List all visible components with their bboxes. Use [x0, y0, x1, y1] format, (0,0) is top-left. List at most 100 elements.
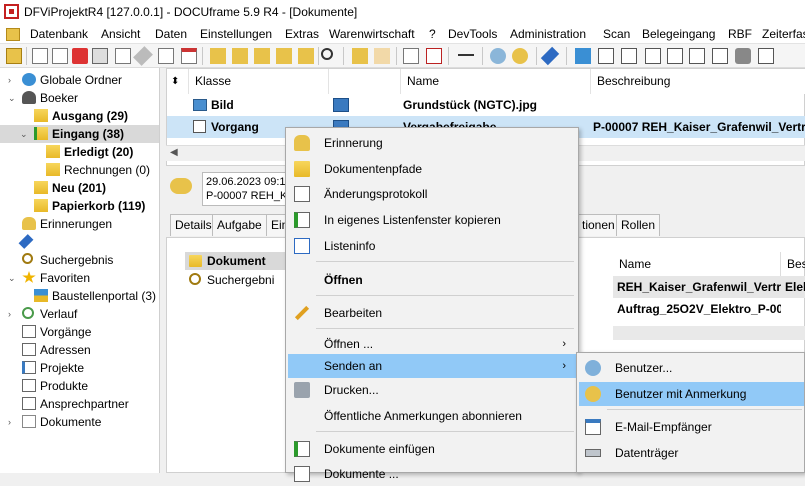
- tab-rollen[interactable]: Rollen: [616, 214, 661, 236]
- note-icon[interactable]: [115, 48, 131, 64]
- menu-item-drucken[interactable]: Drucken...: [288, 378, 576, 402]
- menu-item-senden-an[interactable]: Senden an ›: [288, 354, 576, 378]
- folder-up-icon[interactable]: [254, 48, 270, 64]
- folder-icon[interactable]: [210, 48, 226, 64]
- menu-datenbank[interactable]: Datenbank: [30, 27, 88, 41]
- pin-icon[interactable]: [540, 46, 560, 66]
- mail-icon[interactable]: [72, 48, 88, 64]
- settings-icon[interactable]: [712, 48, 728, 64]
- collapse-icon[interactable]: ⌄: [8, 89, 16, 107]
- search-icon[interactable]: [321, 48, 333, 60]
- delete-icon[interactable]: [426, 48, 442, 64]
- export-icon[interactable]: [758, 48, 774, 64]
- tree-item-projekte[interactable]: Projekte: [0, 359, 159, 377]
- tree-item-globale[interactable]: › Globale Ordner: [0, 71, 159, 89]
- lower-column-bes[interactable]: Bes: [783, 252, 805, 276]
- tree-item-eingang[interactable]: ⌄ Eingang (38): [0, 125, 159, 143]
- glasses-icon[interactable]: [458, 54, 474, 58]
- users-icon[interactable]: [490, 48, 506, 64]
- folder-move-icon[interactable]: [298, 48, 314, 64]
- tree-item-adressen[interactable]: Adressen: [0, 341, 159, 359]
- import-icon[interactable]: [403, 48, 419, 64]
- menu-help[interactable]: ?: [429, 27, 436, 41]
- collapse-icon[interactable]: ⌄: [8, 269, 16, 287]
- menu-warenwirtschaft[interactable]: Warenwirtschaft: [329, 27, 415, 41]
- table-row[interactable]: Bild Grundstück (NGTC).jpg: [167, 94, 805, 116]
- tree-item-verlauf[interactable]: › Verlauf: [0, 305, 159, 323]
- menu-item-dokumentenpfade[interactable]: Dokumentenpfade: [288, 157, 576, 181]
- calculator-icon[interactable]: [735, 48, 751, 64]
- table-row[interactable]: REH_Kaiser_Grafenwil_Vertra Elek: [613, 276, 805, 298]
- window-icon[interactable]: [575, 48, 591, 64]
- report-icon[interactable]: [689, 48, 705, 64]
- column-header-beschreibung[interactable]: Beschreibung: [591, 69, 805, 94]
- tree-item-suchergebnis[interactable]: Suchergebnis: [0, 251, 159, 269]
- user-note-icon[interactable]: [512, 48, 528, 64]
- tree-item-dokumente[interactable]: › Dokumente: [0, 413, 159, 431]
- submenu-item-benutzer-anmerkung[interactable]: Benutzer mit Anmerkung: [579, 382, 804, 406]
- new-icon[interactable]: [6, 48, 22, 64]
- list-icon[interactable]: [598, 48, 614, 64]
- tag-icon[interactable]: [158, 48, 174, 64]
- menu-item-anmerkungen-abonnieren[interactable]: Öffentliche Anmerkungen abonnieren: [288, 404, 576, 428]
- collapse-icon[interactable]: ⌄: [20, 125, 28, 143]
- tree-item-rechnungen[interactable]: Rechnungen (0): [0, 161, 159, 179]
- menu-rbf[interactable]: RBF: [728, 27, 752, 41]
- menu-item-dokumente-more[interactable]: Dokumente ...: [288, 462, 576, 486]
- submenu-item-datentraeger[interactable]: Datenträger: [579, 441, 804, 465]
- tree-item-baustellenportal[interactable]: Baustellenportal (3): [0, 287, 159, 305]
- lower-scrollbar[interactable]: [613, 326, 805, 340]
- tree-item-favoriten[interactable]: ⌄ Favoriten: [0, 269, 159, 287]
- tree-item-boeker[interactable]: ⌄ Boeker: [0, 89, 159, 107]
- tree-item-neu[interactable]: Neu (201): [0, 179, 159, 197]
- tree-item-ausgang[interactable]: Ausgang (29): [0, 107, 159, 125]
- lower-column-name[interactable]: Name: [613, 252, 781, 276]
- menu-devtools[interactable]: DevTools: [448, 27, 497, 41]
- menu-zeiterfassung[interactable]: Zeiterfas: [762, 27, 805, 41]
- menu-belegeingang[interactable]: Belegeingang: [642, 27, 715, 41]
- attach-icon[interactable]: [133, 46, 153, 66]
- tree-item-ansprechpartner[interactable]: Ansprechpartner: [0, 395, 159, 413]
- tab-details[interactable]: Details: [170, 214, 217, 236]
- grid-icon[interactable]: [645, 48, 661, 64]
- tab-tionen[interactable]: tionen: [578, 214, 620, 236]
- expand-icon[interactable]: ›: [8, 305, 11, 323]
- column-header-name[interactable]: Name: [401, 69, 591, 94]
- menu-einstellungen[interactable]: Einstellungen: [200, 27, 272, 41]
- menu-item-oeffnen[interactable]: Öffnen: [288, 268, 576, 292]
- close-doc-icon[interactable]: [374, 48, 390, 64]
- menu-item-dokumente-einfuegen[interactable]: Dokumente einfügen: [288, 437, 576, 461]
- menu-item-aenderungsprotokoll[interactable]: Änderungsprotokoll: [288, 182, 576, 206]
- column-header-icon[interactable]: [329, 69, 401, 94]
- form-icon[interactable]: [621, 48, 637, 64]
- menu-item-oeffnen-mit[interactable]: Öffnen ... ›: [288, 332, 576, 356]
- menu-item-listenfenster-kopieren[interactable]: In eigenes Listenfenster kopieren: [288, 208, 576, 232]
- column-header-klasse[interactable]: Klasse: [189, 69, 329, 94]
- expand-icon[interactable]: ›: [8, 71, 11, 89]
- expand-icon[interactable]: ›: [8, 413, 11, 431]
- lower-tree-row[interactable]: Suchergebni: [185, 271, 285, 289]
- sort-toggle[interactable]: ⬍: [167, 69, 189, 94]
- lower-tree-selected[interactable]: Dokument: [185, 252, 285, 270]
- submenu-item-email[interactable]: E-Mail-Empfänger: [579, 415, 804, 439]
- table-icon[interactable]: [667, 48, 683, 64]
- menu-daten[interactable]: Daten: [155, 27, 187, 41]
- folder-new-icon[interactable]: [232, 48, 248, 64]
- print-icon[interactable]: [92, 48, 108, 64]
- scroll-left-icon[interactable]: ◀: [170, 147, 178, 158]
- calendar-icon[interactable]: [181, 48, 197, 64]
- menu-ansicht[interactable]: Ansicht: [101, 27, 140, 41]
- folder-down-icon[interactable]: [276, 48, 292, 64]
- tab-aufgabe[interactable]: Aufgabe: [212, 214, 267, 236]
- menu-item-erinnerung[interactable]: Erinnerung: [288, 131, 576, 155]
- tree-item-erinnerungen[interactable]: Erinnerungen: [0, 215, 159, 233]
- menu-item-listeninfo[interactable]: Listeninfo: [288, 234, 576, 258]
- tree-item-erledigt[interactable]: Erledigt (20): [0, 143, 159, 161]
- tree-item-papierkorb[interactable]: Papierkorb (119): [0, 197, 159, 215]
- menu-administration[interactable]: Administration: [510, 27, 586, 41]
- tree-item-produkte[interactable]: Produkte: [0, 377, 159, 395]
- table-row[interactable]: Auftrag_25O2V_Elektro_P-00: [613, 298, 805, 320]
- open-icon[interactable]: [352, 48, 368, 64]
- tree-item-vorgänge[interactable]: Vorgänge: [0, 323, 159, 341]
- menu-scan[interactable]: Scan: [603, 27, 630, 41]
